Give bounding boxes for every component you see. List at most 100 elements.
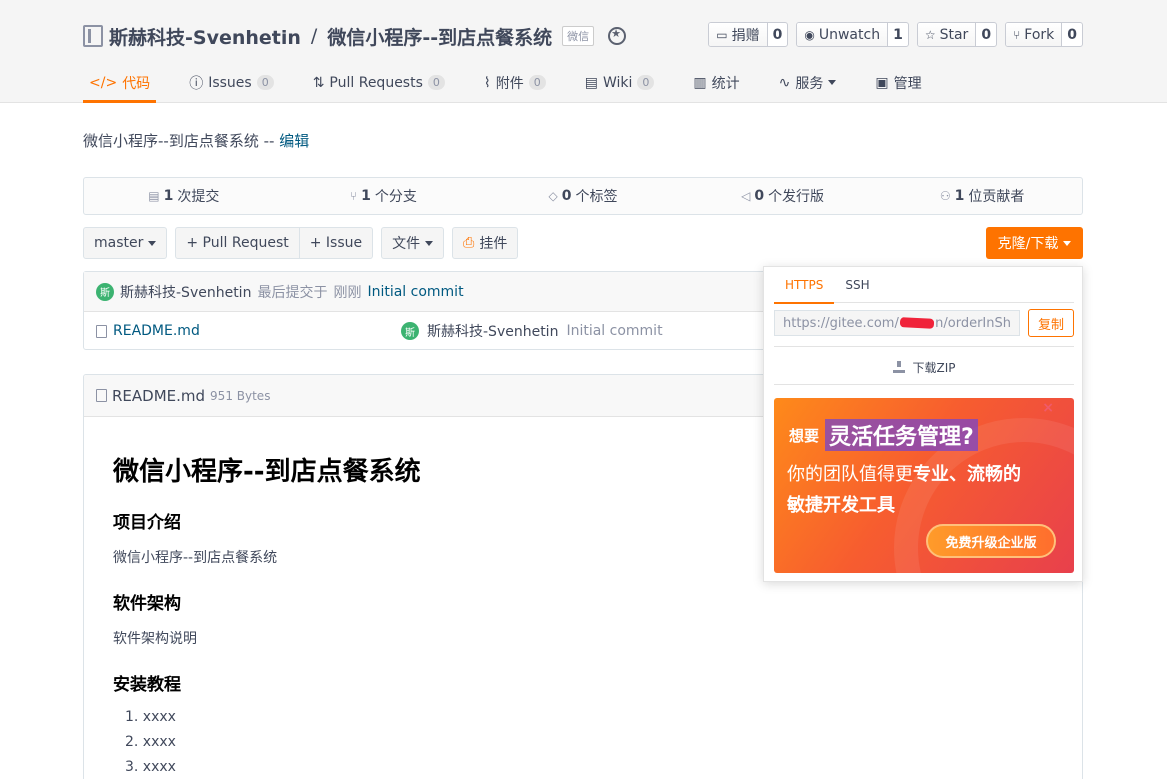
releases-label: 个发行版 [768, 189, 825, 205]
tab-wiki-badge: 0 [637, 75, 655, 90]
star-icon: ☆ [924, 27, 936, 42]
clone-protocol-tabs: HTTPS SSH [774, 267, 1074, 304]
fork-count[interactable]: 0 [1062, 23, 1082, 46]
avatar[interactable]: 斯 [96, 282, 114, 301]
file-commit-message-link[interactable]: Initial commit [566, 323, 662, 339]
stat-commits[interactable]: ▤ 1 次提交 [84, 186, 284, 206]
tab-code-label: 代码 [122, 75, 151, 92]
tab-code[interactable]: </> 代码 [83, 62, 157, 103]
eye-icon: ◉ [804, 27, 815, 42]
branch-select[interactable]: master [83, 227, 168, 259]
copy-url-button[interactable]: 复制 [1028, 309, 1074, 337]
watch-count[interactable]: 1 [888, 23, 908, 46]
readme-install-list: 1. xxxx 2. xxxx 3. xxxx [113, 709, 1053, 775]
list-item: 3. xxxx [125, 759, 176, 775]
commits-label: 次提交 [177, 189, 220, 205]
fork-button[interactable]: ⑂ Fork 0 [1005, 22, 1083, 47]
pulse-icon: ∿ [778, 74, 791, 91]
wechat-badge: 微信 [562, 26, 595, 46]
widget-label: 挂件 [479, 236, 508, 252]
upgrade-enterprise-button[interactable]: 免费升级企业版 [926, 524, 1056, 558]
commits-icon: ▤ [148, 189, 160, 203]
tag-icon: ◇ [548, 189, 558, 203]
enterprise-ad-banner[interactable]: × 想要 灵活任务管理? 你的团队值得更专业、流畅的 敏捷开发工具 免费升级企业… [774, 398, 1074, 573]
clone-dropdown: HTTPS SSH https://gitee.com/n/orderInSh … [763, 266, 1083, 582]
ad-line-2: 你的团队值得更专业、流畅的 [787, 460, 1021, 486]
ad-line-2b: 专业、流畅的 [913, 464, 1021, 485]
stat-tags[interactable]: ◇ 0 个标签 [483, 186, 683, 206]
repo-actions: ▭ 捐赠 0 ◉ Unwatch 1 ☆ Star 0 ⑂ Fork 0 [708, 22, 1083, 47]
download-zip-label: 下载ZIP [912, 360, 956, 375]
stat-releases[interactable]: ◁ 0 个发行版 [683, 186, 883, 206]
new-pull-request-button[interactable]: + Pull Request [175, 227, 300, 259]
tab-manage[interactable]: ▣ 管理 [869, 62, 927, 103]
download-zip-link[interactable]: 下载ZIP [774, 353, 1074, 381]
code-toolbar: master + Pull Request + Issue 文件 ⎙ 挂件 [83, 227, 519, 259]
contributors-icon: ⚇ [939, 189, 951, 203]
widget-button[interactable]: ⎙ 挂件 [452, 227, 519, 259]
donate-icon: ▭ [716, 27, 728, 42]
tab-ssh[interactable]: SSH [834, 267, 880, 303]
commit-message-link[interactable]: Initial commit [367, 284, 463, 300]
star-count[interactable]: 0 [976, 23, 996, 46]
download-icon [892, 361, 905, 373]
tab-issues-badge: 0 [256, 75, 274, 90]
tags-count: 0 [561, 188, 572, 204]
tab-https[interactable]: HTTPS [774, 267, 835, 304]
tab-issues[interactable]: ⓘ Issues 0 [183, 62, 280, 103]
repo-owner-link[interactable]: 斯赫科技-Svenhetin [109, 23, 301, 50]
ad-line-3: 敏捷开发工具 [787, 495, 895, 516]
stat-contributors[interactable]: ⚇ 1 位贡献者 [882, 186, 1082, 206]
clone-download-label: 克隆/下载 [997, 236, 1059, 252]
close-icon[interactable]: × [1042, 400, 1054, 416]
fork-label: Fork [1024, 26, 1055, 43]
ad-line-2a: 你的团队值得更 [787, 464, 913, 485]
star-label: Star [939, 26, 969, 43]
donate-label: 捐赠 [731, 27, 760, 44]
divider [774, 384, 1074, 385]
commit-author-link[interactable]: 斯赫科技-Svenhetin [120, 282, 251, 302]
new-issue-button[interactable]: + Issue [299, 227, 374, 259]
chevron-down-icon [425, 240, 434, 246]
unwatch-label: Unwatch [818, 26, 881, 43]
repo-separator: / [310, 25, 318, 47]
stat-branches[interactable]: ⑂ 1 个分支 [284, 186, 484, 206]
edit-description-link[interactable]: 编辑 [279, 132, 309, 150]
tab-stats[interactable]: ▥ 统计 [687, 62, 745, 103]
commits-count: 1 [163, 188, 174, 204]
readme-heading-install: 安装教程 [113, 675, 181, 695]
tab-services[interactable]: ∿ 服务 [773, 62, 843, 103]
tab-attachments[interactable]: ⌇ 附件 0 [478, 62, 552, 103]
tab-attachments-badge: 0 [528, 75, 546, 90]
chart-icon: ▥ [693, 74, 707, 91]
file-name-cell: README.md [96, 323, 200, 339]
donate-button[interactable]: ▭ 捐赠 0 [708, 22, 789, 47]
unwatch-button[interactable]: ◉ Unwatch 1 [796, 22, 909, 47]
repo-name-link[interactable]: 微信小程序--到店点餐系统 [327, 23, 552, 50]
clone-download-button[interactable]: 克隆/下载 [986, 227, 1083, 259]
wiki-icon: ▤ [584, 74, 598, 91]
tab-pull-requests-label: Pull Requests [329, 74, 423, 91]
release-icon: ◁ [741, 189, 751, 203]
file-menu-button[interactable]: 文件 [381, 227, 445, 259]
file-commit-author-link[interactable]: 斯赫科技-Svenhetin [427, 321, 558, 341]
award-icon[interactable] [608, 27, 627, 45]
divider [774, 346, 1074, 347]
tab-wiki[interactable]: ▤ Wiki 0 [579, 62, 661, 103]
branches-count: 1 [361, 188, 371, 204]
star-button[interactable]: ☆ Star 0 [916, 22, 998, 47]
file-name-link[interactable]: README.md [113, 323, 200, 339]
issue-icon: ⓘ [189, 75, 204, 92]
tab-issues-label: Issues [208, 74, 252, 91]
description-text: 微信小程序--到店点餐系统 -- [83, 132, 275, 150]
readme-size: 951 Bytes [210, 388, 271, 403]
donate-count[interactable]: 0 [768, 23, 788, 46]
tab-pull-requests[interactable]: ⇅ Pull Requests 0 [307, 62, 451, 103]
clone-url-suffix: n/orderInSh [935, 315, 1011, 331]
avatar[interactable]: 斯 [401, 322, 419, 340]
clone-url-input[interactable]: https://gitee.com/n/orderInSh [774, 310, 1020, 336]
contributors-count: 1 [954, 188, 965, 204]
list-item: 2. xxxx [125, 734, 176, 750]
readme-heading-architecture: 软件架构 [113, 594, 181, 614]
releases-count: 0 [754, 188, 765, 204]
